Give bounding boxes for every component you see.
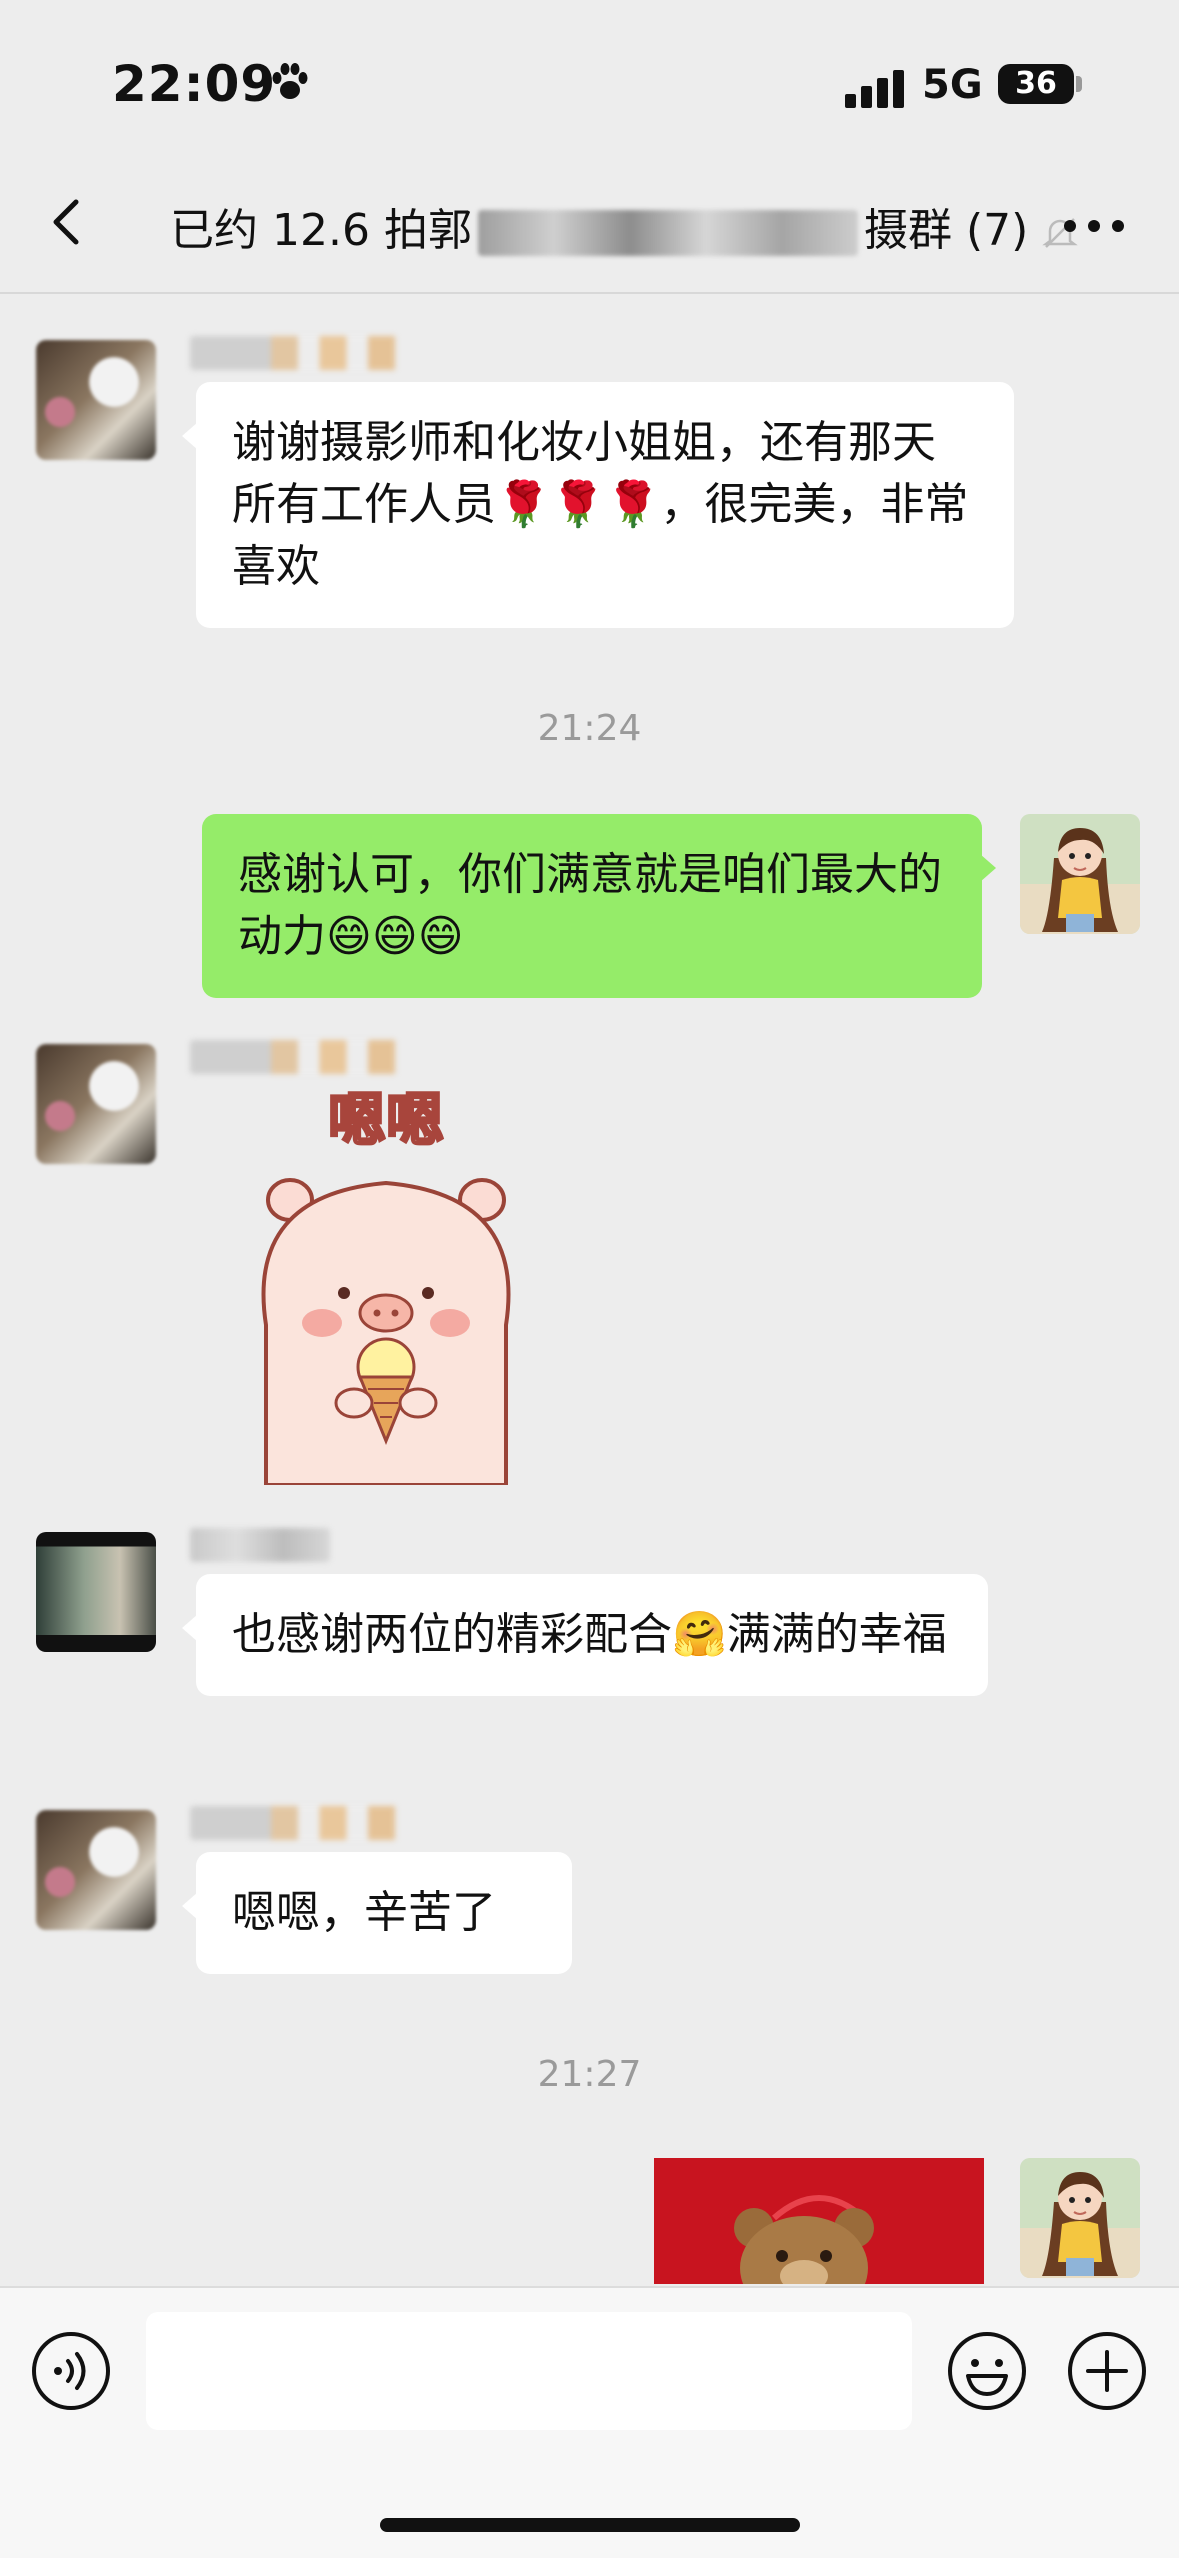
more-horizontal-icon[interactable]: [1064, 220, 1124, 234]
status-bar: 22:09 5G 36: [0, 0, 1179, 150]
sender-name: [190, 1806, 460, 1840]
avatar-self[interactable]: [1020, 814, 1140, 934]
battery-icon: 36: [998, 64, 1074, 104]
voice-icon[interactable]: [30, 2330, 112, 2412]
input-bar: [0, 2286, 1179, 2558]
battery-level: 36: [1015, 66, 1057, 101]
girl-avatar-image: [1020, 2158, 1140, 2278]
image-message[interactable]: [654, 2158, 984, 2284]
emoji-icon[interactable]: [946, 2330, 1028, 2412]
title-redacted: [477, 210, 858, 256]
girl-avatar-image: [1020, 814, 1140, 934]
plus-circle-icon[interactable]: [1066, 2330, 1148, 2412]
avatar[interactable]: [36, 1044, 156, 1164]
home-indicator[interactable]: [380, 2518, 800, 2532]
sender-name: [190, 1040, 460, 1074]
message-text: 感谢认可，你们满意就是咱们最大的动力😄😄😄: [238, 849, 942, 962]
message-bubble[interactable]: 谢谢摄影师和化妆小姐姐，还有那天所有工作人员🌹🌹🌹，很完美，非常喜欢: [182, 382, 1014, 628]
sticker-text: 嗯嗯: [328, 1086, 444, 1154]
avatar[interactable]: [36, 1810, 156, 1930]
avatar-self[interactable]: [1020, 2158, 1140, 2278]
pig-sticker[interactable]: 嗯嗯: [226, 1085, 546, 1485]
message-text: 嗯嗯，辛苦了: [232, 1887, 496, 1938]
avatar[interactable]: [36, 340, 156, 460]
avatar[interactable]: [36, 1532, 156, 1652]
status-time: 22:09: [112, 55, 277, 113]
message-bubble[interactable]: 嗯嗯，辛苦了: [182, 1852, 572, 1974]
teddy-bear-image: [654, 2158, 984, 2284]
chat-title: 已约 12.6 拍郭 摄群 (7): [170, 194, 1079, 256]
paw-icon: [272, 63, 308, 99]
message-timestamp: 21:27: [537, 2054, 642, 2095]
sender-name: [190, 1528, 330, 1562]
chat-title-start: 已约 12.6 拍郭: [170, 205, 472, 256]
message-timestamp: 21:24: [537, 708, 642, 749]
network-type: 5G: [922, 62, 983, 108]
sender-name: [190, 336, 460, 370]
battery-tip: [1076, 76, 1082, 92]
chat-title-end: 摄群 (7): [863, 205, 1029, 256]
chevron-left-icon[interactable]: [40, 192, 100, 252]
message-text: 也感谢两位的精彩配合🤗满满的幸福: [232, 1609, 947, 1660]
signal-icon: [845, 68, 905, 108]
message-bubble[interactable]: 也感谢两位的精彩配合🤗满满的幸福: [182, 1574, 988, 1696]
message-text: 谢谢摄影师和化妆小姐姐，还有那天所有工作人员🌹🌹🌹，很完美，非常喜欢: [232, 417, 969, 592]
message-bubble-self[interactable]: 感谢认可，你们满意就是咱们最大的动力😄😄😄: [202, 814, 996, 998]
message-input[interactable]: [146, 2312, 912, 2430]
chat-header: 已约 12.6 拍郭 摄群 (7): [0, 150, 1179, 294]
